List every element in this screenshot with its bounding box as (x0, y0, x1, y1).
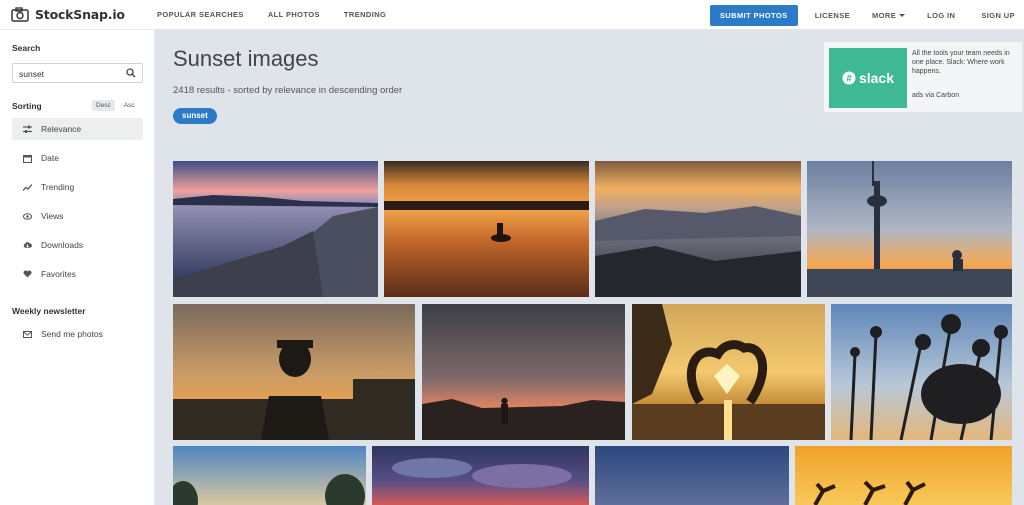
sort-relevance[interactable]: Relevance (12, 118, 143, 140)
sort-favorites[interactable]: Favorites (12, 263, 143, 285)
newsletter-label: Weekly newsletter (12, 306, 86, 316)
nav-more-label: MORE (872, 10, 897, 20)
search-tag-chip[interactable]: sunset (173, 108, 217, 124)
nav-more[interactable]: MORE (872, 10, 906, 20)
secondary-nav: SUBMIT PHOTOS LICENSE MORE LOG IN SIGN U… (709, 0, 1024, 30)
sort-trending[interactable]: Trending (12, 176, 143, 198)
photo-image (807, 161, 1012, 297)
photo-image (372, 446, 589, 505)
top-navbar: StockSnap.io POPULAR SEARCHES ALL PHOTOS… (0, 0, 1024, 30)
sort-date-label: Date (41, 153, 59, 163)
photo-image (632, 304, 825, 440)
sort-trending-label: Trending (41, 182, 75, 192)
sort-relevance-label: Relevance (41, 124, 82, 134)
trending-icon (23, 183, 32, 192)
photo-thumbnail[interactable] (632, 304, 825, 440)
sorting-label: Sorting (12, 101, 42, 111)
cloud-download-icon (23, 241, 32, 250)
photo-thumbnail[interactable] (372, 446, 589, 505)
eye-icon (23, 212, 32, 221)
photo-thumbnail[interactable] (595, 446, 789, 505)
search-input[interactable] (13, 65, 121, 83)
ad-image[interactable]: # slack (829, 48, 907, 108)
newsletter-send-me-photos[interactable]: Send me photos (12, 323, 143, 345)
camera-icon (11, 7, 29, 22)
caret-down-icon (899, 14, 906, 18)
sidebar: Search Sorting Desc Asc Relevance Date T… (0, 30, 155, 505)
svg-text:#: # (846, 74, 852, 85)
photo-thumbnail[interactable] (384, 161, 589, 297)
photo-thumbnail[interactable] (807, 161, 1012, 297)
sliders-icon (23, 125, 32, 134)
photo-image (173, 304, 415, 440)
nav-popular-searches[interactable]: POPULAR SEARCHES (157, 10, 244, 19)
search-box (12, 63, 143, 83)
ad-via-carbon[interactable]: ads via Carbon (912, 92, 959, 99)
newsletter-item-label: Send me photos (41, 329, 103, 339)
photo-image (595, 161, 801, 297)
calendar-icon (23, 154, 32, 163)
sort-date[interactable]: Date (12, 147, 143, 169)
slack-logo-icon: # (842, 71, 856, 85)
heart-icon (23, 270, 32, 279)
photo-thumbnail[interactable] (173, 446, 366, 505)
sort-views[interactable]: Views (12, 205, 143, 227)
photo-image (795, 446, 1012, 505)
photo-thumbnail[interactable] (795, 446, 1012, 505)
sort-views-label: Views (41, 211, 64, 221)
logo[interactable]: StockSnap.io (11, 7, 157, 22)
photo-thumbnail[interactable] (173, 304, 415, 440)
results-summary: 2418 results - sorted by relevance in de… (173, 85, 403, 96)
photo-thumbnail[interactable] (422, 304, 625, 440)
photo-image (173, 161, 378, 297)
logo-text: StockSnap.io (35, 7, 125, 22)
sort-desc-button[interactable]: Desc (92, 100, 115, 111)
ad-text[interactable]: All the tools your team needs in one pla… (912, 49, 1020, 76)
photo-image (384, 161, 589, 297)
photo-image (831, 304, 1012, 440)
submit-photos-button[interactable]: SUBMIT PHOTOS (709, 4, 798, 26)
nav-login[interactable]: LOG IN (927, 11, 955, 20)
nav-license[interactable]: LICENSE (815, 11, 850, 20)
sort-order-toggle: Desc Asc (92, 100, 139, 111)
sort-favorites-label: Favorites (41, 269, 76, 279)
photo-thumbnail[interactable] (595, 161, 801, 297)
search-label: Search (12, 43, 41, 53)
primary-nav: POPULAR SEARCHES ALL PHOTOS TRENDING (157, 10, 410, 19)
ad-brand: slack (858, 70, 895, 86)
photo-thumbnail[interactable] (173, 161, 378, 297)
nav-all-photos[interactable]: ALL PHOTOS (268, 10, 320, 19)
nav-signup[interactable]: SIGN UP (981, 11, 1015, 20)
photo-image (595, 446, 789, 505)
sort-downloads-label: Downloads (41, 240, 84, 250)
sort-asc-button[interactable]: Asc (120, 100, 139, 111)
carbon-ad: # slack All the tools your team needs in… (823, 41, 1023, 113)
photo-image (173, 446, 366, 505)
search-icon[interactable] (126, 68, 136, 78)
photo-thumbnail[interactable] (831, 304, 1012, 440)
sort-downloads[interactable]: Downloads (12, 234, 143, 256)
photo-image (422, 304, 625, 440)
envelope-icon (23, 330, 32, 339)
nav-trending[interactable]: TRENDING (344, 10, 386, 19)
page-title: Sunset images (173, 46, 319, 71)
main-content: Sunset images 2418 results - sorted by r… (155, 30, 1024, 505)
